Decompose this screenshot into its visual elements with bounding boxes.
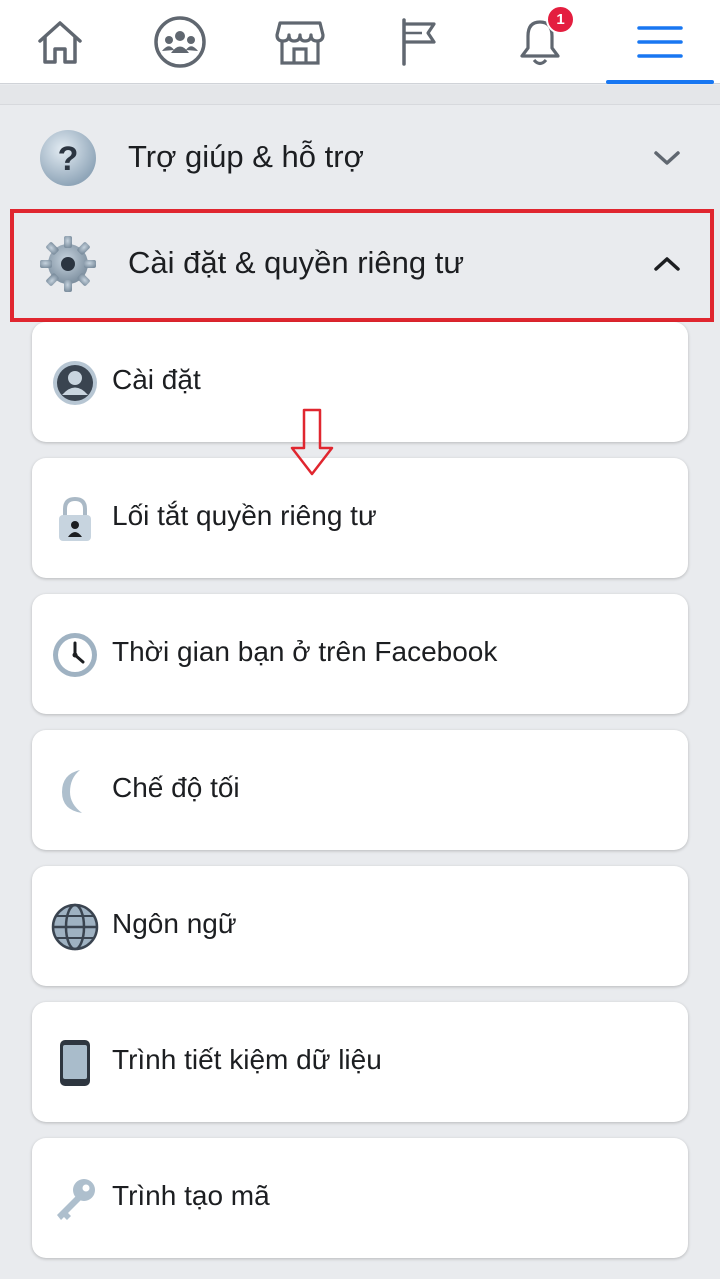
nav-tab-marketplace[interactable] (240, 0, 360, 84)
settings-item-label: Lối tắt quyền riêng tư (112, 500, 377, 531)
settings-item-language[interactable]: Ngôn ngữ (32, 866, 688, 986)
profile-icon (53, 361, 97, 405)
highlight-annotation-box (10, 209, 714, 322)
key-icon (57, 1179, 95, 1220)
nav-tab-groups[interactable] (120, 0, 240, 84)
section-help-support[interactable]: ? Trợ giúp & hỗ trợ (0, 106, 720, 210)
nav-tab-menu[interactable] (600, 0, 720, 84)
nav-tab-home[interactable] (0, 0, 120, 84)
clock-icon (53, 633, 97, 677)
settings-item-label: Thời gian bạn ở trên Facebook (112, 636, 498, 667)
settings-item-label: Chế độ tối (112, 772, 240, 803)
settings-item-label: Cài đặt (112, 364, 201, 395)
home-icon (38, 21, 82, 64)
settings-item-privacy-shortcuts[interactable]: Lối tắt quyền riêng tư (32, 458, 688, 578)
globe-icon (51, 903, 99, 951)
nav-tab-notifications[interactable] (480, 0, 600, 84)
settings-item-label: Trình tiết kiệm dữ liệu (112, 1044, 382, 1075)
section-help-label: Trợ giúp & hỗ trợ (128, 139, 364, 174)
flag-icon (402, 18, 436, 66)
question-icon: ? (40, 130, 96, 186)
menu-icon (637, 26, 683, 58)
nav-tab-pages[interactable] (360, 0, 480, 84)
lock-icon (59, 496, 91, 541)
top-nav-bar: 1 (0, 0, 720, 84)
settings-item-label: Ngôn ngữ (112, 908, 237, 939)
svg-text:?: ? (58, 140, 79, 178)
groups-icon (154, 16, 206, 68)
down-arrow-icon (290, 408, 334, 476)
section-divider (0, 85, 720, 105)
notification-badge: 1 (546, 5, 575, 34)
chevron-down-icon[interactable] (652, 146, 682, 170)
settings-item-dark-mode[interactable]: Chế độ tối (32, 730, 688, 850)
settings-item-settings[interactable]: Cài đặt (32, 322, 688, 442)
settings-item-code-generator[interactable]: Trình tạo mã (32, 1138, 688, 1258)
settings-item-data-saver[interactable]: Trình tiết kiệm dữ liệu (32, 1002, 688, 1122)
moon-icon (62, 770, 82, 813)
phone-icon (60, 1040, 90, 1086)
active-tab-indicator (606, 80, 714, 84)
settings-item-label: Trình tạo mã (112, 1180, 270, 1211)
settings-item-time-on-facebook[interactable]: Thời gian bạn ở trên Facebook (32, 594, 688, 714)
marketplace-icon (275, 21, 325, 65)
